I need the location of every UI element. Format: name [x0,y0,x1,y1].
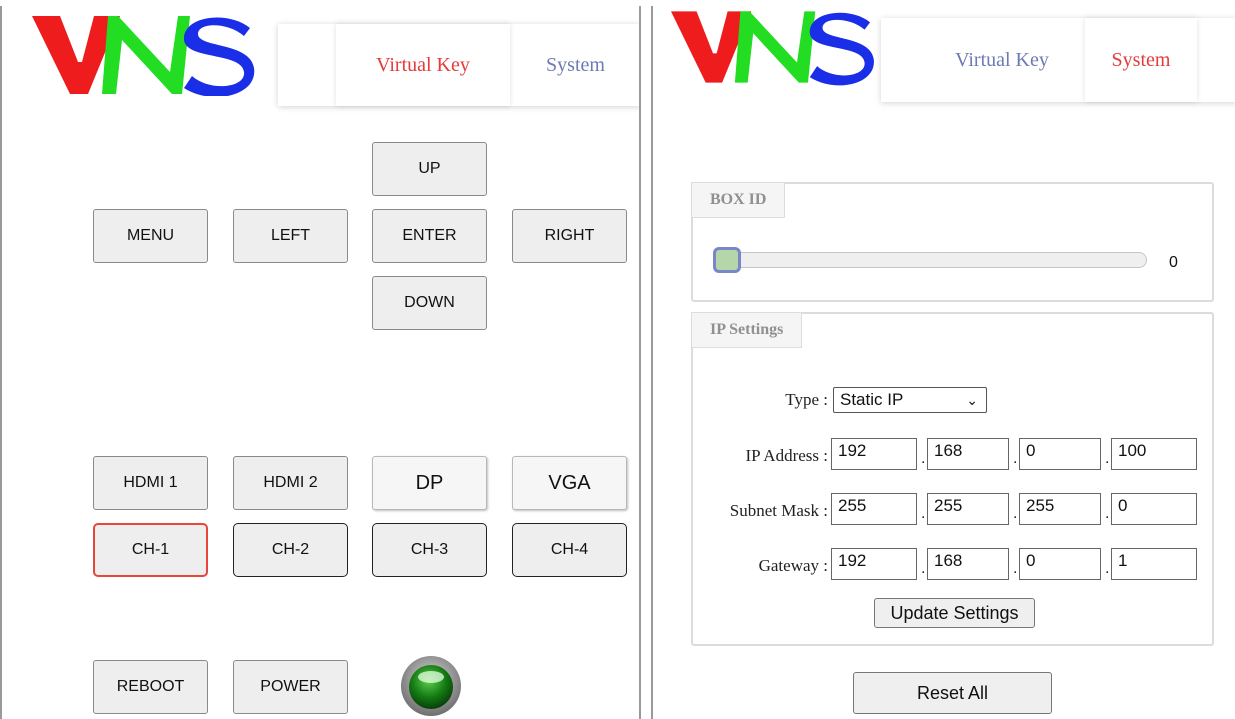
tab-virtual-key[interactable]: Virtual Key [919,18,1085,102]
hdmi1-button[interactable]: HDMI 1 [93,456,208,510]
vns-logo [32,14,262,96]
vns-logo [671,6,881,88]
box-id-value: 0 [1169,254,1178,271]
separator: . [1105,450,1110,467]
separator: . [1105,505,1110,522]
separator: . [921,505,926,522]
reboot-button[interactable]: REBOOT [93,660,208,714]
right-button[interactable]: RIGHT [512,209,627,263]
chevron-down-icon: ⌄ [966,392,978,408]
separator: . [921,450,926,467]
type-select[interactable]: Static IP ⌄ [833,387,987,413]
power-led-icon [400,655,462,719]
menu-button[interactable]: MENU [93,209,208,263]
gateway-octet-4[interactable]: 1 [1111,548,1197,580]
update-settings-button[interactable]: Update Settings [874,598,1035,628]
ch1-button[interactable]: CH-1 [93,523,208,577]
box-id-legend: BOX ID [691,182,786,218]
separator: . [1013,505,1018,522]
system-panel: Virtual Key System BOX ID 0 IP Settings … [651,6,1235,719]
tab-bar: Virtual Key System [278,24,639,106]
vga-button[interactable]: VGA [512,456,627,510]
hdmi2-button[interactable]: HDMI 2 [233,456,348,510]
gateway-label: Gateway : [758,556,828,575]
tab-virtual-key[interactable]: Virtual Key [336,24,510,106]
ip-octet-4[interactable]: 100 [1111,438,1197,470]
ch4-button[interactable]: CH-4 [512,523,627,577]
type-select-value: Static IP [840,390,904,409]
ch2-button[interactable]: CH-2 [233,523,348,577]
tab-bar: Virtual Key System [881,18,1235,102]
gateway-octet-1[interactable]: 192 [831,548,917,580]
tab-system[interactable]: System [510,24,639,106]
tab-system[interactable]: System [1085,18,1197,102]
separator: . [1013,560,1018,577]
separator: . [1013,450,1018,467]
subnet-mask-label: Subnet Mask : [729,501,828,520]
virtual-key-panel: Virtual Key System UP MENU LEFT ENTER RI… [0,6,641,719]
mask-octet-2[interactable]: 255 [927,493,1009,525]
mask-octet-3[interactable]: 255 [1019,493,1101,525]
mask-octet-4[interactable]: 0 [1111,493,1197,525]
gateway-octet-3[interactable]: 0 [1019,548,1101,580]
box-id-slider-thumb[interactable] [713,247,741,273]
gateway-octet-2[interactable]: 168 [927,548,1009,580]
ip-octet-3[interactable]: 0 [1019,438,1101,470]
power-button[interactable]: POWER [233,660,348,714]
ip-octet-1[interactable]: 192 [831,438,917,470]
enter-button[interactable]: ENTER [372,209,487,263]
separator: . [1105,560,1110,577]
separator: . [921,560,926,577]
down-button[interactable]: DOWN [372,276,487,330]
box-id-group: BOX ID 0 [691,182,1214,302]
ch3-button[interactable]: CH-3 [372,523,487,577]
ip-address-label: IP Address : [745,446,829,465]
dp-button[interactable]: DP [372,456,487,510]
mask-octet-1[interactable]: 255 [831,493,917,525]
box-id-slider-track[interactable] [713,252,1147,268]
ip-settings-group: IP Settings Type : Static IP ⌄ IP Addres… [691,312,1214,646]
ip-settings-legend: IP Settings [691,312,803,348]
type-label: Type : [785,390,828,409]
up-button[interactable]: UP [372,142,487,196]
reset-all-button[interactable]: Reset All [853,672,1052,714]
left-button[interactable]: LEFT [233,209,348,263]
ip-octet-2[interactable]: 168 [927,438,1009,470]
